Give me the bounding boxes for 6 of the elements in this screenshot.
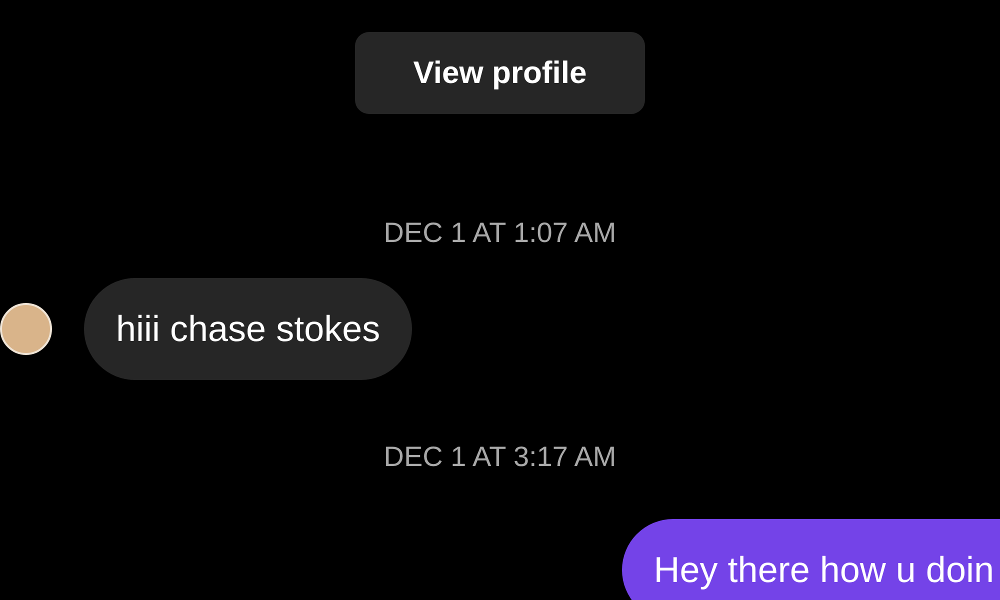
view-profile-button[interactable]: View profile: [355, 32, 645, 114]
received-message: hiii chase stokes: [84, 278, 412, 380]
message-timestamp: DEC 1 AT 1:07 AM: [382, 216, 618, 250]
message-timestamp: DEC 1 AT 3:17 AM: [382, 440, 618, 474]
avatar-placeholder[interactable]: [0, 303, 52, 355]
sent-message: Hey there how u doin: [622, 519, 1000, 600]
